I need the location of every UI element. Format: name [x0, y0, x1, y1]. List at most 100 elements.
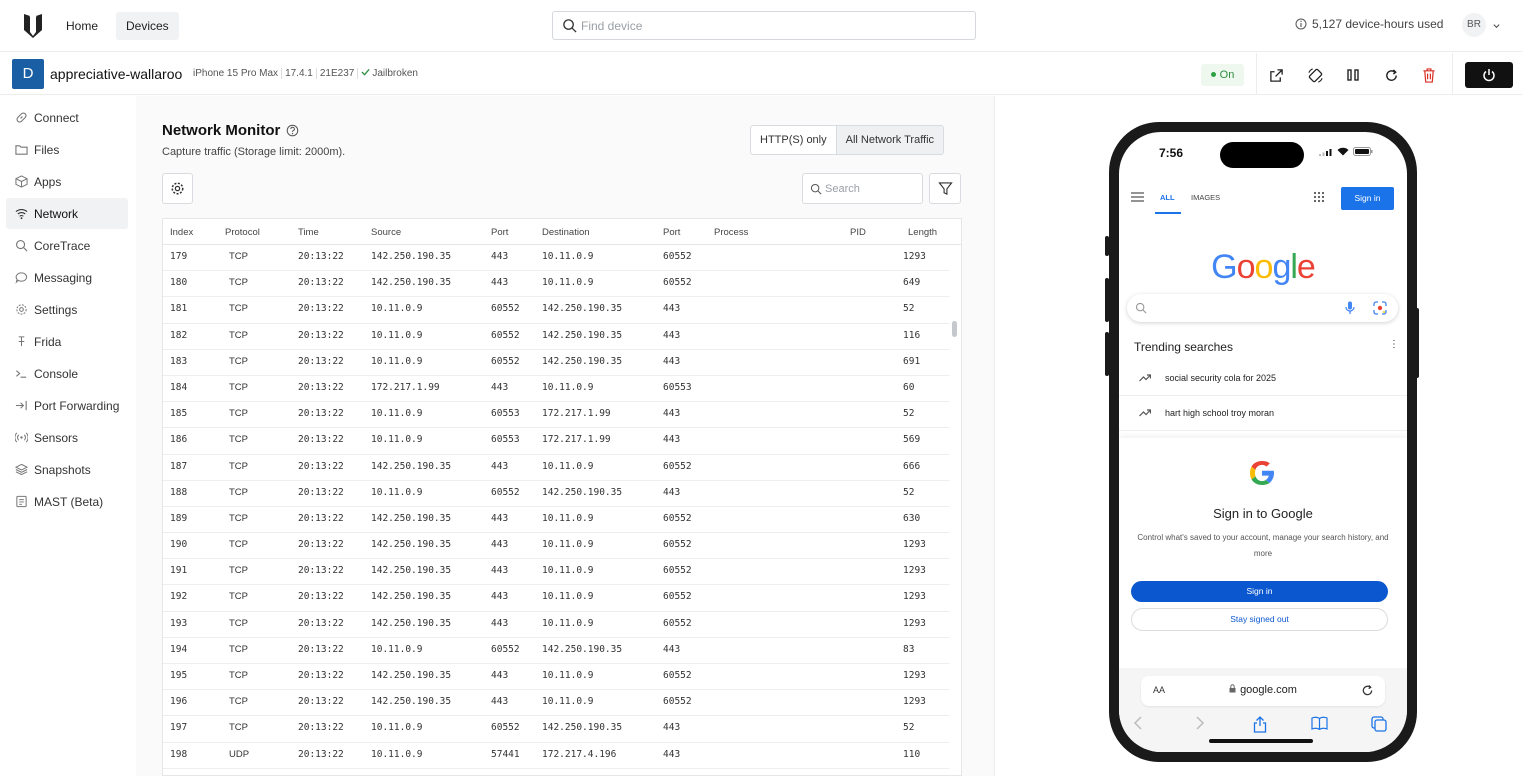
pause-button[interactable] [1343, 65, 1363, 85]
safari-url-bar[interactable]: AA google.com [1141, 676, 1385, 706]
phone-screen[interactable]: 7:56 ALL IMAGES Sign in Google Trending … [1119, 132, 1407, 752]
mode-all-traffic[interactable]: All Network Traffic [835, 126, 944, 154]
google-tab-images[interactable]: IMAGES [1191, 193, 1220, 202]
corellium-logo-icon[interactable] [22, 12, 44, 38]
sheet-sign-in-button[interactable]: Sign in [1131, 581, 1388, 602]
column-header-process[interactable]: Process [714, 227, 748, 238]
device-build: 21E237 [315, 68, 357, 79]
bookmarks-icon[interactable] [1311, 716, 1328, 735]
table-row[interactable]: 194 TCP 20:13:22 10.11.0.9 60552 142.250.190.… [163, 638, 949, 664]
table-row[interactable]: 196 TCP 20:13:22 142.250.190.35 443 10.11.0.9… [163, 690, 949, 717]
table-row[interactable]: 180 TCP 20:13:22 142.250.190.35 443 10.11.0.9… [163, 271, 949, 298]
share-icon[interactable] [1253, 716, 1267, 738]
column-header-source-port[interactable]: Port [491, 227, 508, 238]
column-header-protocol[interactable]: Protocol [225, 227, 260, 238]
device-preview: 7:56 ALL IMAGES Sign in Google Trending … [994, 96, 1522, 776]
reload-icon[interactable] [1361, 684, 1374, 697]
table-row[interactable]: 184 TCP 20:13:22 172.217.1.99 443 10.11.0.9 60… [163, 376, 949, 403]
sidebar-item-apps[interactable]: Apps [6, 166, 128, 197]
open-external-button[interactable] [1266, 65, 1286, 85]
sidebar-item-connect[interactable]: Connect [6, 102, 128, 133]
forward-icon[interactable] [1195, 716, 1205, 735]
cellular-signal-icon [1319, 148, 1332, 156]
table-search-input[interactable] [825, 180, 917, 198]
monitor-settings-button[interactable] [162, 173, 193, 204]
table-row[interactable]: 197 TCP 20:13:22 10.11.0.9 60552 142.250.190.… [163, 716, 949, 743]
column-header-pid[interactable]: PID [850, 227, 866, 238]
sidebar-item-frida[interactable]: Frida [6, 326, 128, 357]
user-menu[interactable]: BR [1462, 13, 1501, 37]
table-search[interactable] [802, 173, 923, 204]
table-row[interactable]: 187 TCP 20:13:22 142.250.190.35 443 10.11.0.9… [163, 455, 949, 481]
table-scrollbar[interactable] [949, 245, 961, 775]
google-search-box[interactable] [1127, 294, 1398, 322]
find-device-input[interactable] [581, 17, 961, 35]
table-row[interactable]: 183 TCP 20:13:22 10.11.0.9 60552 142.250.190.… [163, 350, 949, 376]
table-row[interactable]: 188 TCP 20:13:22 10.11.0.9 60552 142.250.190.… [163, 481, 949, 507]
column-header-destination[interactable]: Destination [542, 227, 590, 238]
column-header-time[interactable]: Time [298, 227, 319, 238]
find-device-search[interactable] [552, 11, 976, 40]
table-row[interactable]: 195 TCP 20:13:22 142.250.190.35 443 10.11.0.9… [163, 664, 949, 691]
apps-grid-icon[interactable] [1313, 191, 1325, 203]
sidebar-item-coretrace[interactable]: CoreTrace [6, 230, 128, 261]
table-row[interactable]: 181 TCP 20:13:22 10.11.0.9 60552 142.250.190.… [163, 297, 949, 324]
sidebar-item-label: Console [34, 366, 79, 381]
top-bar: Home Devices 5,127 device-hours used BR [0, 0, 1522, 52]
table-row[interactable]: 193 TCP 20:13:22 142.250.190.35 443 10.11.0.9… [163, 612, 949, 638]
table-row[interactable]: 189 TCP 20:13:22 142.250.190.35 443 10.11.0.9… [163, 507, 949, 534]
table-row[interactable]: 198 UDP 20:13:22 10.11.0.9 57441 172.217.4.19… [163, 743, 949, 769]
cell-destination: 172.217.1.99 [542, 408, 611, 420]
column-header-source[interactable]: Source [371, 227, 401, 238]
cell-time: 20:13:22 [298, 460, 344, 472]
sidebar-item-console[interactable]: Console [6, 358, 128, 389]
table-row[interactable]: 179 TCP 20:13:22 142.250.190.35 443 10.11.0.9… [163, 245, 949, 272]
back-icon[interactable] [1133, 716, 1143, 735]
trending-item[interactable]: hart high school troy moran [1119, 397, 1407, 431]
table-row[interactable]: 182 TCP 20:13:22 10.11.0.9 60552 142.250.190.… [163, 324, 949, 350]
table-row[interactable]: 186 TCP 20:13:22 10.11.0.9 60553 172.217.1.99… [163, 428, 949, 455]
power-button[interactable] [1465, 62, 1513, 88]
nav-home[interactable]: Home [56, 12, 108, 40]
sidebar-item-files[interactable]: Files [6, 134, 128, 165]
sidebar-item-snapshots[interactable]: Snapshots [6, 454, 128, 485]
device-os-version: 17.4.1 [281, 68, 316, 79]
sidebar-item-port-forwarding[interactable]: Port Forwarding [6, 390, 128, 421]
more-options-icon[interactable]: ⋮ [1389, 339, 1399, 350]
column-header-length[interactable]: Length [908, 227, 937, 238]
column-header-index[interactable]: Index [170, 227, 193, 238]
sidebar-item-label: Port Forwarding [34, 398, 120, 413]
table-row[interactable]: 190 TCP 20:13:22 142.250.190.35 443 10.11.0.9… [163, 533, 949, 560]
cell-index: 181 [170, 303, 188, 315]
nav-devices[interactable]: Devices [116, 12, 179, 40]
google-tab-all[interactable]: ALL [1160, 193, 1175, 202]
link-icon [16, 112, 27, 123]
menu-icon[interactable] [1131, 192, 1144, 202]
sidebar-item-mast[interactable]: MAST (Beta) [6, 486, 128, 517]
table-row[interactable]: 185 TCP 20:13:22 10.11.0.9 60553 172.217.1.99… [163, 402, 949, 429]
google-lens-icon[interactable] [1373, 301, 1387, 315]
sidebar-item-network[interactable]: Network [6, 198, 128, 229]
filter-button[interactable] [929, 173, 961, 204]
column-header-destination-port[interactable]: Port [663, 227, 680, 238]
table-row[interactable]: 192 TCP 20:13:22 142.250.190.35 443 10.11.0.9… [163, 585, 949, 612]
sidebar-item-sensors[interactable]: Sensors [6, 422, 128, 453]
restart-button[interactable] [1381, 65, 1401, 85]
sidebar-item-messaging[interactable]: Messaging [6, 262, 128, 293]
help-icon[interactable] [286, 124, 299, 137]
cell-index: 191 [170, 565, 188, 577]
microphone-icon[interactable] [1345, 301, 1355, 315]
user-avatar[interactable]: BR [1462, 13, 1486, 37]
rotate-button[interactable] [1305, 65, 1325, 85]
tabs-icon[interactable] [1371, 716, 1387, 737]
sidebar-item-settings[interactable]: Settings [6, 294, 128, 325]
scrollbar-thumb[interactable] [952, 321, 957, 337]
cell-destination-port: 443 [663, 722, 681, 734]
mode-http-only[interactable]: HTTP(S) only [751, 126, 836, 154]
stay-signed-out-button[interactable]: Stay signed out [1131, 608, 1388, 631]
trending-item[interactable]: social security cola for 2025 [1119, 362, 1407, 396]
google-sign-in-button[interactable]: Sign in [1341, 187, 1394, 210]
table-row[interactable]: 191 TCP 20:13:22 142.250.190.35 443 10.11.0.9… [163, 559, 949, 586]
delete-device-button[interactable] [1419, 65, 1439, 85]
cell-length: 569 [903, 434, 921, 446]
